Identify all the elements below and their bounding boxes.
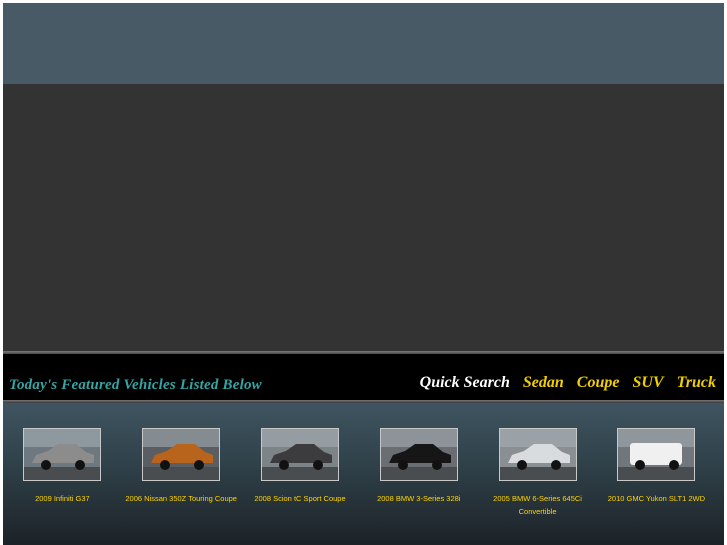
vehicle-tile[interactable]: 2005 BMW 6-Series 645Ci Convertible	[478, 428, 597, 518]
vehicle-title[interactable]: 2008 Scion tC Sport Coupe	[244, 492, 356, 505]
category-link-suv[interactable]: SUV	[632, 374, 663, 392]
featured-bar: Today's Featured Vehicles Listed Below Q…	[3, 354, 724, 400]
quick-search-label: Quick Search	[419, 374, 510, 391]
vehicle-list: 2009 Infiniti G37 2006 Nissan 350Z Touri…	[3, 428, 724, 518]
header-banner	[3, 3, 724, 84]
vehicle-photo[interactable]	[142, 428, 221, 481]
hero-area	[3, 84, 724, 351]
vehicle-tile[interactable]: 2009 Infiniti G37	[3, 428, 122, 518]
category-link-truck[interactable]: Truck	[677, 374, 716, 392]
vehicle-tile[interactable]: 2008 BMW 3-Series 328i	[359, 428, 478, 518]
vehicle-tile[interactable]: 2008 Scion tC Sport Coupe	[241, 428, 360, 518]
category-link-coupe[interactable]: Coupe	[577, 374, 620, 392]
vehicle-title[interactable]: 2006 Nissan 350Z Touring Coupe	[125, 492, 237, 505]
vehicle-photo[interactable]	[23, 428, 102, 481]
page-frame: Today's Featured Vehicles Listed Below Q…	[3, 3, 724, 545]
vehicle-title[interactable]: 2008 BMW 3-Series 328i	[363, 492, 475, 505]
vehicle-title[interactable]: 2009 Infiniti G37	[6, 492, 118, 505]
featured-title: Today's Featured Vehicles Listed Below	[9, 377, 262, 393]
vehicle-title[interactable]: 2005 BMW 6-Series 645Ci Convertible	[482, 492, 594, 518]
quick-search-nav: Quick Search Sedan Coupe SUV Truck	[420, 374, 716, 392]
vehicle-photo[interactable]	[260, 428, 339, 481]
vehicle-photo[interactable]	[379, 428, 458, 481]
vehicle-photo[interactable]	[498, 428, 577, 481]
featured-vehicles: 2009 Infiniti G37 2006 Nissan 350Z Touri…	[3, 403, 724, 545]
vehicle-tile[interactable]: 2006 Nissan 350Z Touring Coupe	[122, 428, 241, 518]
vehicle-title[interactable]: 2010 GMC Yukon SLT1 2WD	[600, 492, 712, 505]
vehicle-photo[interactable]	[617, 428, 696, 481]
category-link-sedan[interactable]: Sedan	[523, 374, 564, 392]
vehicle-tile[interactable]: 2010 GMC Yukon SLT1 2WD	[597, 428, 716, 518]
